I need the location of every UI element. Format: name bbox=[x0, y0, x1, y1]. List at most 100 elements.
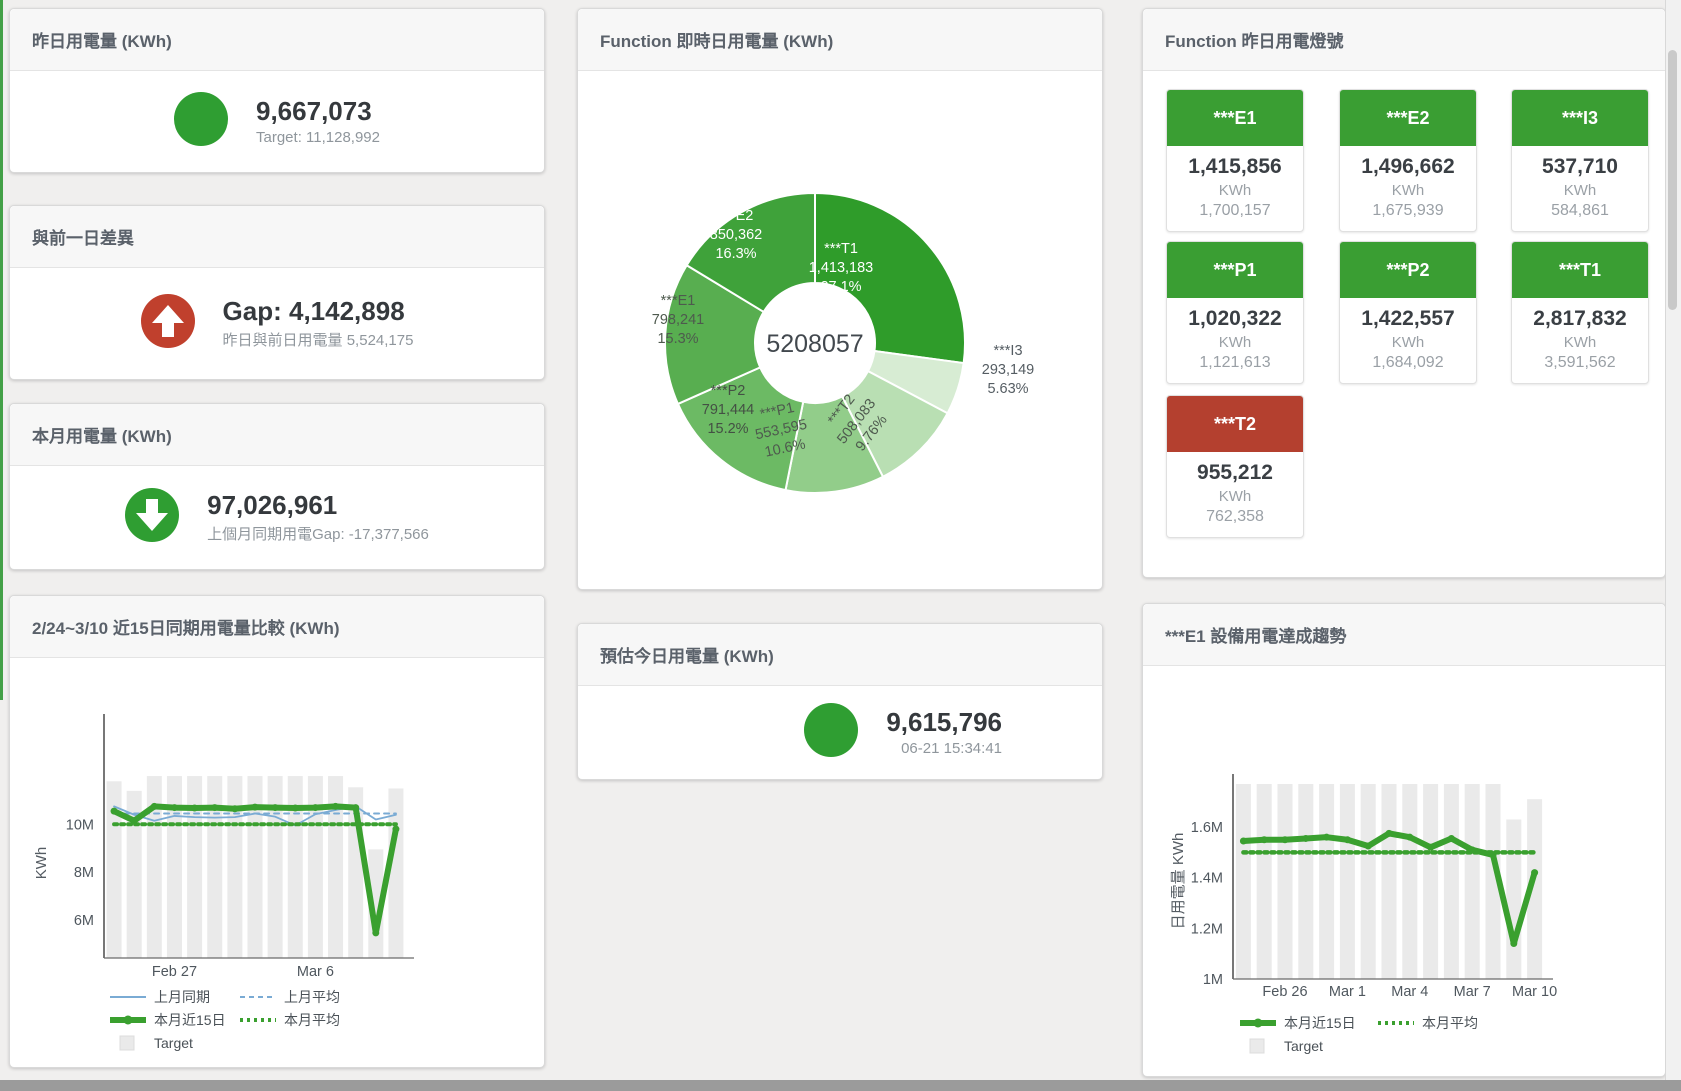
light-tile-E1: ***E11,415,856KWh1,700,157 bbox=[1166, 89, 1304, 232]
panel-header: 與前一日差異 bbox=[10, 206, 544, 268]
series-point bbox=[312, 804, 319, 811]
series-point bbox=[1469, 846, 1476, 853]
tile-value: 1,422,557 bbox=[1340, 307, 1476, 331]
series-point bbox=[1386, 830, 1393, 837]
tile-status-header: ***T1 bbox=[1512, 242, 1648, 298]
panel-title: ***E1 設備用電達成趨勢 bbox=[1165, 622, 1346, 647]
target-bar bbox=[1423, 784, 1438, 979]
target-bar bbox=[187, 776, 202, 958]
tile-target: 1,121,613 bbox=[1167, 354, 1303, 372]
series-point bbox=[272, 804, 279, 811]
y-tick-label: 1M bbox=[1203, 972, 1223, 988]
tile-unit: KWh bbox=[1340, 182, 1476, 199]
tile-value: 1,415,856 bbox=[1167, 155, 1303, 179]
series-point bbox=[392, 826, 399, 833]
tile-unit: KWh bbox=[1512, 182, 1648, 199]
x-tick-label: Mar 6 bbox=[297, 964, 334, 980]
series-point bbox=[1240, 837, 1247, 844]
tile-unit: KWh bbox=[1167, 488, 1303, 505]
series-point bbox=[1365, 843, 1372, 850]
scrollbar-thumb[interactable] bbox=[1668, 50, 1677, 310]
light-tile-P1: ***P11,020,322KWh1,121,613 bbox=[1166, 241, 1304, 384]
tile-body: 2,817,832KWh3,591,562 bbox=[1512, 298, 1648, 383]
panel-day-gap: 與前一日差異 Gap: 4,142,898 昨日與前日用電量 5,524,175 bbox=[9, 205, 545, 380]
series-point bbox=[1490, 851, 1497, 858]
stat-subtitle: 昨日與前日用電量 5,524,175 bbox=[223, 329, 414, 350]
panel-status-lights: Function 昨日用電燈號 ***E11,415,856KWh1,700,1… bbox=[1142, 8, 1666, 578]
tile-status-header: ***P1 bbox=[1167, 242, 1303, 298]
panel-title: Function 即時日用電量 (KWh) bbox=[600, 27, 833, 52]
panel-compare-chart: 2/24~3/10 近15日同期用電量比較 (KWh) 6M8M10MFeb 2… bbox=[9, 595, 545, 1068]
tile-status-header: ***E1 bbox=[1167, 90, 1303, 146]
tile-value: 2,817,832 bbox=[1512, 307, 1648, 331]
target-bar bbox=[308, 776, 323, 958]
stat-subtitle: 上個月同期用電Gap: -17,377,566 bbox=[207, 523, 429, 544]
stat-value: 9,667,073 bbox=[256, 97, 380, 127]
target-bar bbox=[1340, 784, 1355, 979]
light-tiles: ***E11,415,856KWh1,700,157***E21,496,662… bbox=[1143, 71, 1665, 577]
series-point bbox=[1448, 835, 1455, 842]
light-tile-I3: ***I3 537,710 KWh 584,861 bbox=[1511, 89, 1649, 232]
y-tick-label: 1.4M bbox=[1191, 871, 1223, 887]
panel-title: 預估今日用電量 (KWh) bbox=[600, 642, 774, 667]
panel-title: 2/24~3/10 近15日同期用電量比較 (KWh) bbox=[32, 614, 340, 639]
status-circle-icon bbox=[174, 92, 228, 151]
series-point bbox=[252, 804, 259, 811]
target-bar bbox=[1298, 784, 1313, 979]
series-point bbox=[372, 929, 379, 936]
page-edge-strip bbox=[0, 0, 3, 700]
series-point bbox=[352, 804, 359, 811]
tile-target: 584,861 bbox=[1512, 202, 1648, 220]
target-bar bbox=[1465, 784, 1480, 979]
series-point bbox=[111, 808, 118, 815]
y-tick-label: 1.6M bbox=[1191, 820, 1223, 836]
y-tick-label: 6M bbox=[74, 913, 94, 929]
x-tick-label: Feb 26 bbox=[1262, 984, 1307, 1000]
light-tile-E2: ***E21,496,662KWh1,675,939 bbox=[1339, 89, 1477, 232]
stat-timestamp: 06-21 15:34:41 bbox=[886, 740, 1002, 757]
series-point bbox=[171, 804, 178, 811]
panel-title: Function 昨日用電燈號 bbox=[1165, 27, 1343, 52]
panel-header: Function 昨日用電燈號 bbox=[1143, 9, 1665, 71]
target-bar bbox=[1506, 819, 1521, 979]
stat-value: 97,026,961 bbox=[207, 491, 429, 521]
series-point bbox=[1531, 869, 1538, 876]
y-tick-label: 8M bbox=[74, 865, 94, 881]
legend-item-Target: Target bbox=[1238, 1037, 1323, 1055]
series-point bbox=[1510, 940, 1517, 947]
series-point bbox=[1427, 844, 1434, 851]
light-tile-T2: ***T2955,212KWh762,358 bbox=[1166, 395, 1304, 538]
legend-item-本月平均: 本月平均 bbox=[1376, 1014, 1478, 1032]
series-point bbox=[1323, 834, 1330, 841]
panel-header: 本月用電量 (KWh) bbox=[10, 404, 544, 466]
tile-value: 1,496,662 bbox=[1340, 155, 1476, 179]
target-bar bbox=[288, 776, 303, 958]
tile-target: 762,358 bbox=[1167, 508, 1303, 526]
donut-center-total: 5208057 bbox=[766, 330, 863, 358]
panel-header: 2/24~3/10 近15日同期用電量比較 (KWh) bbox=[10, 596, 544, 658]
tile-body: 1,496,662 KWh 1,675,939 bbox=[1340, 146, 1476, 231]
target-bar bbox=[167, 776, 182, 958]
y-axis-label: KWh bbox=[33, 847, 50, 880]
tile-value: 955,212 bbox=[1167, 461, 1303, 485]
light-tile-T1: ***T12,817,832KWh3,591,562 bbox=[1511, 241, 1649, 384]
tile-value: 537,710 bbox=[1512, 155, 1648, 179]
tile-body: 537,710 KWh 584,861 bbox=[1512, 146, 1648, 231]
panel-header: Function 即時日用電量 (KWh) bbox=[578, 9, 1102, 71]
tile-body: 1,020,322KWh1,121,613 bbox=[1167, 298, 1303, 383]
series-point bbox=[1344, 836, 1351, 843]
target-bar bbox=[1236, 784, 1251, 979]
donut-slice-label: ***I3293,1495.63% bbox=[982, 343, 1034, 397]
arrow-down-circle-icon bbox=[125, 488, 179, 547]
tile-value: 1,020,322 bbox=[1167, 307, 1303, 331]
vertical-scrollbar[interactable] bbox=[1665, 0, 1681, 1080]
tile-unit: KWh bbox=[1167, 182, 1303, 199]
legend-item-Target: Target bbox=[108, 1034, 193, 1052]
series-point bbox=[131, 817, 138, 824]
target-bar bbox=[207, 776, 222, 958]
tile-status-header: ***I3 bbox=[1512, 90, 1648, 146]
tile-target: 1,675,939 bbox=[1340, 202, 1476, 220]
light-tile-P2: ***P21,422,557KWh1,684,092 bbox=[1339, 241, 1477, 384]
tile-target: 1,684,092 bbox=[1340, 354, 1476, 372]
window-bottom-bar bbox=[0, 1080, 1681, 1091]
